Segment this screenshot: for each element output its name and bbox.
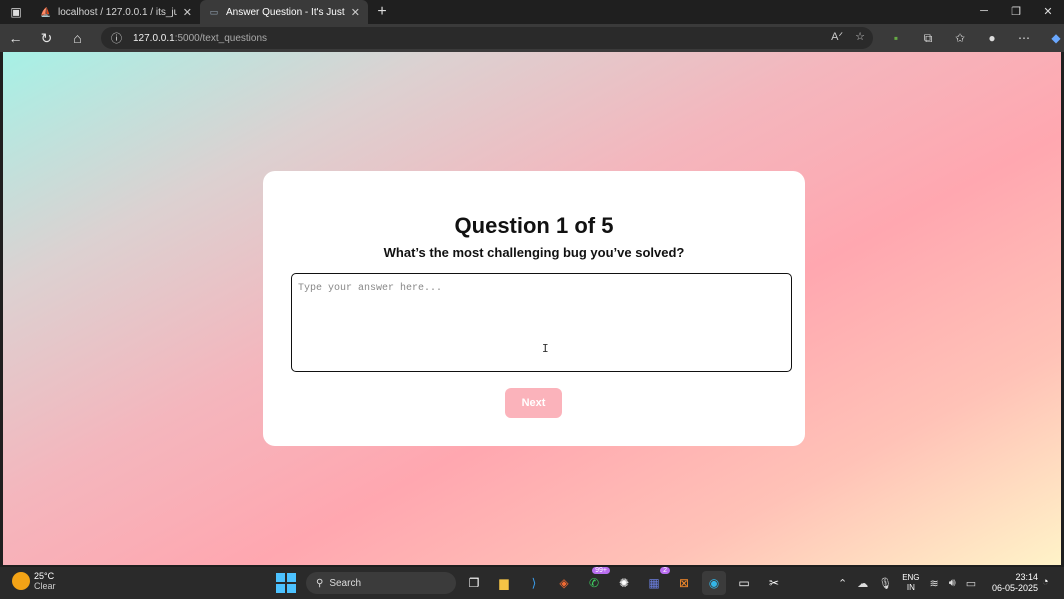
address-toolbar: ← ↻ ⌂ ⓘ 127.0.0.1 :5000/text_questions A… <box>0 24 1064 52</box>
back-icon[interactable]: ← <box>0 24 31 52</box>
url-host: 127.0.0.1 <box>133 32 175 44</box>
taskbar-search[interactable]: ⚲ Search <box>306 572 456 594</box>
task-view-icon[interactable]: ❐ <box>462 571 486 595</box>
volume-icon[interactable]: 🔊︎ <box>949 577 956 590</box>
tab-label: Answer Question - It's Just You <box>226 6 345 18</box>
window-controls: ─ ❐ ✕ <box>968 0 1064 22</box>
notification-bell-icon[interactable]: ◔ <box>1042 576 1049 588</box>
question-text: What’s the most challenging bug you’ve s… <box>383 245 685 260</box>
terminal-icon[interactable]: ▭ <box>732 571 756 595</box>
edge-icon[interactable]: ◉ <box>702 571 726 595</box>
chatgpt-icon[interactable]: ✺ <box>612 571 636 595</box>
onedrive-cloud-icon[interactable]: ☁ <box>857 577 868 590</box>
teams-badge: 2 <box>660 567 670 574</box>
search-icon: ⚲ <box>316 577 324 589</box>
page-viewport: Question 1 of 5 What’s the most challeng… <box>3 52 1061 565</box>
vscode-icon[interactable]: ⟩ <box>522 571 546 595</box>
browser-toolbar-right: ▪ ⧉ ✩ ● ⋯ ◆ <box>880 24 1064 52</box>
home-icon[interactable]: ⌂ <box>62 24 93 52</box>
weather-sun-icon <box>12 572 30 590</box>
battery-icon[interactable]: ▭ <box>966 577 976 590</box>
language-indicator[interactable]: ENG IN <box>902 573 919 593</box>
maximize-icon[interactable]: ❐ <box>1000 0 1032 22</box>
favorites-icon[interactable]: ✩ <box>944 31 976 45</box>
file-explorer-icon[interactable]: ▆ <box>492 571 516 595</box>
tab-label: localhost / 127.0.0.1 / its_just_you <box>58 6 177 18</box>
clock-date: 06-05-2025 <box>991 583 1038 593</box>
tab-answer-question[interactable]: ▭ Answer Question - It's Just You ✕ <box>200 0 368 24</box>
clock-time: 23:14 <box>1015 572 1038 582</box>
extensions-puzzle-icon[interactable]: ⧉ <box>912 31 944 46</box>
browser-tab-strip: ▣ ⛵ localhost / 127.0.0.1 / its_just_you… <box>0 0 1064 24</box>
more-options-icon[interactable]: ⋯ <box>1008 31 1040 45</box>
xampp-icon[interactable]: ⊠ <box>672 571 696 595</box>
whatsapp-badge: 99+ <box>592 567 610 574</box>
extension-icon[interactable]: ▪ <box>880 31 912 45</box>
windows-start-icon[interactable] <box>276 573 296 593</box>
next-button[interactable]: Next <box>505 388 562 418</box>
phpmyadmin-icon: ⛵ <box>40 6 52 17</box>
refresh-icon[interactable]: ↻ <box>31 24 62 52</box>
taskbar-apps: ⚲ Search ❐ ▆ ⟩ ◈ ✆ 99+ ✺ ▦ 2 ⊠ ◉ ▭ ✂ <box>276 567 786 595</box>
whatsapp-icon[interactable]: ✆ 99+ <box>582 567 610 595</box>
close-window-icon[interactable]: ✕ <box>1032 0 1064 22</box>
question-card: Question 1 of 5 What’s the most challeng… <box>263 171 805 446</box>
url-path: :5000/text_questions <box>174 32 268 44</box>
lang-region: IN <box>906 583 915 592</box>
profile-avatar-icon[interactable]: ● <box>976 31 1008 45</box>
favorite-star-icon[interactable]: ☆ <box>855 30 865 43</box>
page-icon: ▭ <box>209 6 219 17</box>
new-tab-button[interactable]: + <box>368 0 396 24</box>
snipping-tool-icon[interactable]: ✂ <box>762 571 786 595</box>
address-bar[interactable]: ⓘ 127.0.0.1 :5000/text_questions Aᐟ ☆ <box>101 27 873 49</box>
close-tab-icon[interactable]: ✕ <box>183 6 192 19</box>
text-cursor-icon: I <box>542 342 549 355</box>
taskbar-clock[interactable]: 23:14 06-05-2025 <box>990 572 1038 594</box>
wifi-icon[interactable]: ≋ <box>930 577 939 590</box>
brave-icon[interactable]: ◈ <box>552 571 576 595</box>
copilot-icon[interactable]: ◆ <box>1040 31 1064 45</box>
windows-taskbar: 25°C Clear ⚲ Search ❐ ▆ ⟩ ◈ ✆ 99+ ✺ ▦ 2 ⊠ … <box>0 567 1064 599</box>
question-counter: Question 1 of 5 <box>454 213 614 238</box>
system-tray: ⌃ ☁ 🎙︎ ENG IN ≋ 🔊︎ ▭ <box>838 571 976 595</box>
search-label: Search <box>329 577 362 589</box>
read-aloud-icon[interactable]: Aᐟ <box>831 30 843 43</box>
teams-icon[interactable]: ▦ 2 <box>642 567 670 595</box>
answer-textarea[interactable] <box>291 273 792 372</box>
close-tab-icon[interactable]: ✕ <box>351 6 360 19</box>
microphone-icon[interactable]: 🎙︎ <box>878 577 892 590</box>
minimize-icon[interactable]: ─ <box>968 0 1000 22</box>
tab-phpmyadmin[interactable]: ⛵ localhost / 127.0.0.1 / its_just_you ✕ <box>32 0 200 24</box>
show-hidden-icons-chevron-icon[interactable]: ⌃ <box>838 577 847 590</box>
site-info-icon[interactable]: ⓘ <box>111 30 133 46</box>
weather-widget[interactable]: 25°C Clear <box>12 571 56 591</box>
lang-code: ENG <box>902 573 920 582</box>
weather-temp: 25°C <box>34 571 55 581</box>
weather-condition: Clear <box>34 581 56 591</box>
tab-actions-menu-icon[interactable]: ▣ <box>0 0 32 24</box>
